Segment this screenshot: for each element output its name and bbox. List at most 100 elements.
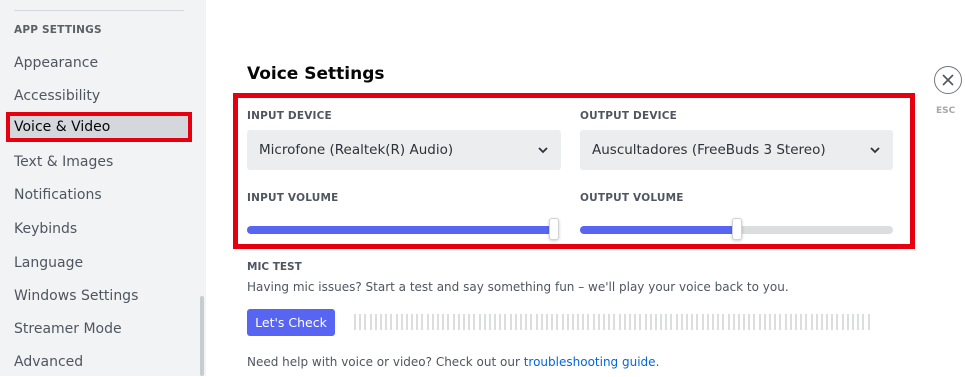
mic-level-bar [535,314,538,330]
mic-level-bar [670,314,673,330]
mic-level-bar [743,314,746,330]
mic-level-bar [359,314,362,330]
output-volume-fill [580,226,737,234]
output-device-value: Auscultadores (FreeBuds 3 Stereo) [592,142,826,158]
sidebar-item-notifications[interactable]: Notifications [6,180,192,210]
mic-level-bar [841,314,844,330]
mic-level-bar [665,314,668,330]
mic-level-bar [530,314,533,330]
mic-level-bar [608,314,611,330]
chevron-down-icon [870,147,880,154]
sidebar-item-streamer-mode[interactable]: Streamer Mode [6,314,192,344]
mic-level-bar [696,314,699,330]
sidebar-item-language[interactable]: Language [6,248,192,278]
troubleshooting-guide-link[interactable]: troubleshooting guide [524,355,656,369]
mic-level-bar [395,314,398,330]
mic-level-bar [634,314,637,330]
output-volume-label: OUTPUT VOLUME [580,192,684,204]
mic-level-bar [613,314,616,330]
input-volume-handle[interactable] [549,218,559,240]
output-volume-slider[interactable] [580,218,893,240]
mic-test-description: Having mic issues? Start a test and say … [247,280,789,294]
mic-level-bar [592,314,595,330]
input-device-select[interactable]: Microfone (Realtek(R) Audio) [247,130,561,170]
mic-level-bar [520,314,522,330]
sidebar-item-appearance[interactable]: Appearance [6,48,192,78]
mic-level-meter [354,314,873,330]
help-prefix: Need help with voice or video? Check out… [247,355,524,369]
mic-level-bar [628,314,631,330]
mic-level-bar [826,314,829,330]
sidebar-item-accessibility[interactable]: Accessibility [6,81,192,111]
input-volume-slider[interactable] [247,218,559,240]
mic-level-bar [680,314,683,330]
mic-level-bar [587,314,590,330]
mic-level-bar [364,314,367,330]
sidebar-scrollbar[interactable] [200,296,204,376]
mic-level-bar [769,314,771,330]
mic-level-bar [540,314,543,330]
sidebar-item-text-images[interactable]: Text & Images [6,147,192,177]
mic-level-bar [545,314,548,330]
mic-level-bar [686,314,688,330]
mic-level-bar [805,314,808,330]
mic-level-bar [717,314,720,330]
sidebar-item-advanced[interactable]: Advanced [6,347,192,377]
mic-level-bar [815,314,818,330]
mic-level-bar [675,314,678,330]
mic-level-bar [421,314,424,330]
mic-level-bar [727,314,730,330]
mic-level-bar [426,314,429,330]
mic-level-bar [411,314,414,330]
mic-level-bar [857,314,860,330]
mic-level-bar [354,314,356,330]
mic-level-bar [784,314,787,330]
input-device-value: Microfone (Realtek(R) Audio) [259,142,454,158]
output-volume-handle[interactable] [731,218,742,240]
mic-level-bar [639,314,642,330]
close-icon [942,74,954,86]
mic-level-bar [478,314,481,330]
mic-level-bar [468,314,471,330]
sidebar-item-voice-video[interactable]: Voice & Video [6,112,192,142]
mic-level-bar [369,314,372,330]
mic-level-bar [660,314,663,330]
input-volume-label: INPUT VOLUME [247,192,339,204]
mic-level-bar [504,314,507,330]
chevron-down-icon [538,147,548,154]
mic-level-bar [374,314,377,330]
help-suffix: . [655,355,660,369]
sidebar-item-windows-settings[interactable]: Windows Settings [6,281,192,311]
mic-level-bar [789,314,792,330]
mic-level-bar [385,314,388,330]
mic-level-bar [649,314,652,330]
mic-level-bar [701,314,704,330]
lets-check-button[interactable]: Let's Check [247,309,335,336]
mic-level-bar [644,314,647,330]
mic-level-bar [603,314,605,330]
mic-level-bar [447,314,450,330]
mic-level-bar [582,314,585,330]
mic-level-bar [779,314,782,330]
output-device-select[interactable]: Auscultadores (FreeBuds 3 Stereo) [580,130,893,170]
mic-level-bar [462,314,465,330]
settings-sidebar: APP SETTINGS Appearance Accessibility Vo… [0,0,206,376]
close-button[interactable] [934,66,962,94]
mic-level-bar [566,314,569,330]
mic-level-bar [800,314,803,330]
mic-level-bar [774,314,777,330]
mic-level-bar [442,314,445,330]
input-volume-fill [247,226,554,234]
mic-level-bar [732,314,735,330]
mic-level-bar [763,314,766,330]
sidebar-item-keybinds[interactable]: Keybinds [6,214,192,244]
esc-label: ESC [936,106,956,116]
mic-level-bar [654,314,657,330]
mic-level-bar [597,314,600,330]
mic-level-bar [820,314,823,330]
mic-level-bar [494,314,497,330]
mic-level-bar [794,314,797,330]
sidebar-divider [14,10,184,11]
mic-level-bar [514,314,517,330]
mic-level-bar [867,314,870,330]
